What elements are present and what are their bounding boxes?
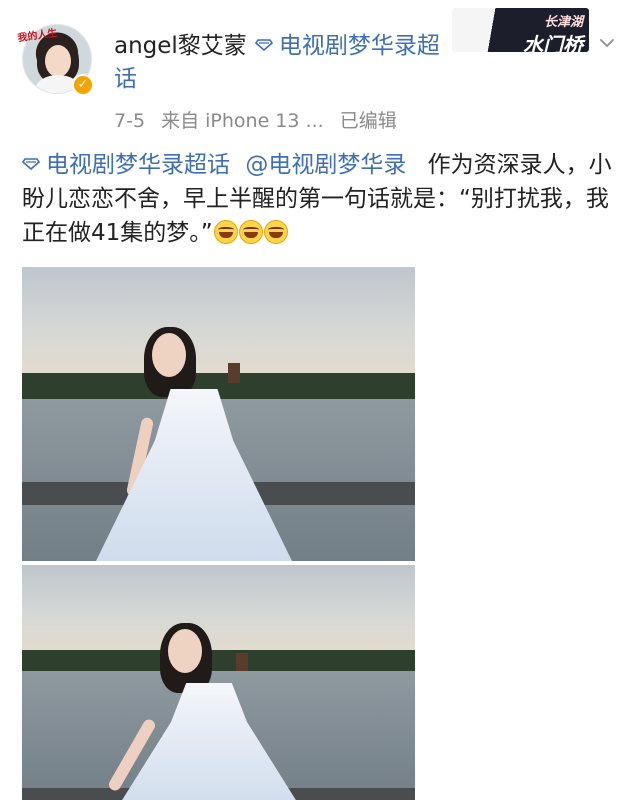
super-topic-diamond-icon	[254, 39, 273, 51]
super-topic-diamond-icon	[22, 158, 40, 170]
photo-girl-lakeside-1[interactable]	[22, 267, 415, 561]
verified-badge-icon: ✓	[72, 74, 94, 96]
photo-treeline	[22, 649, 415, 671]
avatar-face	[45, 45, 71, 77]
topic-link-inline[interactable]: 电视剧梦华录超话	[46, 152, 230, 178]
brand-banner-text: 长津湖 水门桥	[523, 12, 583, 52]
laughing-tears-emoji	[238, 220, 263, 244]
brand-banner[interactable]: 长津湖 水门桥	[452, 8, 589, 52]
photo-girl-lakeside-2[interactable]	[22, 565, 415, 800]
photo-sky	[22, 267, 415, 385]
edited-label[interactable]: 已编辑	[340, 110, 397, 132]
post-header: 我的人生 ✓ angel黎艾蒙 电视剧梦华录超话 7-5 来自 iPhone 13…	[0, 0, 637, 140]
brand-text-top: 长津湖	[543, 15, 583, 30]
name-line: angel黎艾蒙 电视剧梦华录超话	[114, 30, 444, 96]
post-date: 7-5	[114, 110, 146, 132]
photo-sky	[22, 565, 415, 659]
post-source: 来自 iPhone 13 ...	[161, 110, 324, 132]
mention-link[interactable]: @电视剧梦华录	[245, 152, 406, 178]
girl-face	[152, 333, 186, 377]
post-meta: 7-5 来自 iPhone 13 ... 已编辑	[114, 106, 407, 133]
pagoda-icon	[228, 363, 240, 383]
laughing-tears-emoji	[263, 220, 288, 244]
username-link[interactable]: angel黎艾蒙	[114, 33, 247, 59]
laughing-tears-emoji	[213, 220, 238, 244]
brand-text-bottom: 水门桥	[523, 33, 583, 52]
girl-face	[168, 629, 202, 673]
chevron-down-icon[interactable]	[598, 34, 616, 52]
post-body: 电视剧梦华录超话 @电视剧梦华录 作为资深录人，小盼儿恋恋不舍，早上半醒的第一句…	[22, 148, 616, 250]
